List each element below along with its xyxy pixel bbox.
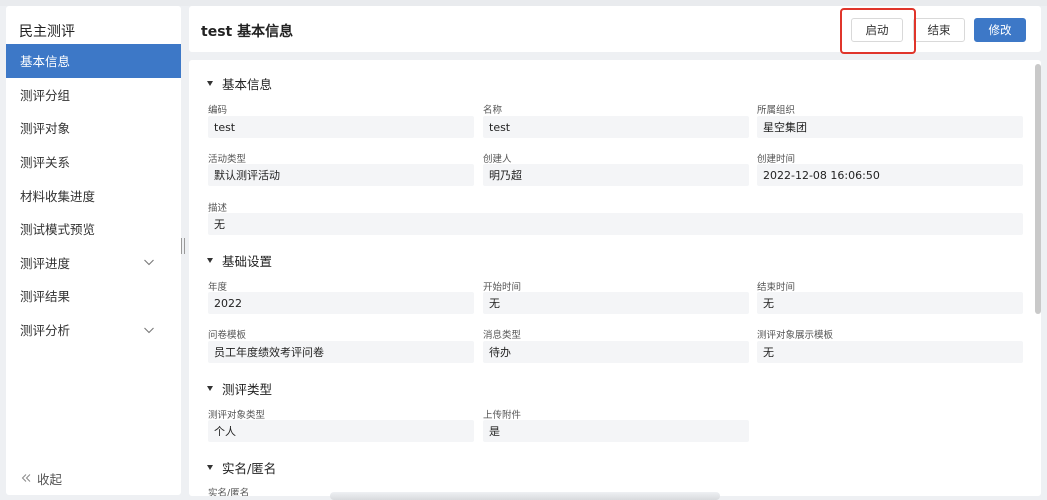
description-value: 无 (208, 213, 1023, 235)
year-label: 年度 (208, 282, 228, 293)
creator-label: 创建人 (483, 154, 512, 165)
message-type-value: 待办 (483, 341, 749, 363)
upload-value: 是 (483, 420, 749, 442)
sidebar-item-progress[interactable]: 测评进度 (6, 246, 181, 280)
activity-type-label: 活动类型 (208, 154, 247, 165)
section-anonymity[interactable]: 实名/匿名 (207, 458, 276, 477)
page-title: test 基本信息 (201, 24, 294, 40)
section-title: 实名/匿名 (222, 461, 277, 476)
sidebar-item-basic-info[interactable]: 基本信息 (6, 44, 181, 78)
creator-value: 明乃超 (483, 164, 749, 186)
caret-down-icon (207, 465, 213, 470)
section-evaluation-type[interactable]: 测评类型 (207, 379, 272, 398)
sidebar-item-label: 测评对象 (20, 121, 71, 137)
activity-type-value: 默认测评活动 (208, 164, 474, 186)
section-title: 测评类型 (222, 382, 273, 397)
sidebar-item-label: 测评进度 (20, 255, 71, 271)
highlight-box (840, 8, 916, 54)
edit-button[interactable]: 修改 (974, 18, 1026, 42)
template-label: 问卷模板 (208, 330, 247, 341)
sidebar-title: 民主测评 (19, 24, 75, 40)
chevron-down-icon (143, 256, 155, 268)
sidebar-item-label: 测评分析 (20, 323, 71, 339)
caret-down-icon (207, 81, 213, 86)
resize-handle[interactable] (181, 238, 185, 258)
sidebar-item-results[interactable]: 测评结果 (6, 279, 181, 313)
double-chevron-left-icon (21, 471, 31, 486)
sidebar-item-material-progress[interactable]: 材料收集进度 (6, 178, 181, 212)
created-time-label: 创建时间 (757, 154, 796, 165)
sidebar-item-test-preview[interactable]: 测试模式预览 (6, 212, 181, 246)
detail-panel: 基本信息 编码 test 名称 test 所属组织 星空集团 活动类型 默认测评… (189, 60, 1041, 496)
sidebar-item-analysis[interactable]: 测评分析 (6, 313, 181, 347)
sidebar-item-relations[interactable]: 测评关系 (6, 145, 181, 179)
end-time-value: 无 (757, 292, 1023, 314)
scrollbar[interactable] (1035, 64, 1041, 314)
section-basic-settings[interactable]: 基础设置 (207, 251, 272, 270)
end-time-label: 结束时间 (757, 282, 796, 293)
section-title: 基础设置 (222, 254, 273, 269)
caret-down-icon (207, 258, 213, 263)
section-basic-info[interactable]: 基本信息 (207, 74, 272, 93)
sidebar-item-label: 测试模式预览 (20, 222, 96, 238)
created-time-value: 2022-12-08 16:06:50 (757, 164, 1023, 186)
sidebar-item-label: 测评分组 (20, 87, 71, 103)
upload-label: 上传附件 (483, 410, 522, 421)
bottom-shadow (330, 492, 720, 500)
sidebar: 民主测评 基本信息 测评分组 测评对象 测评关系 材料收集进度 测试模式预览 测… (6, 6, 181, 495)
start-time-value: 无 (483, 292, 749, 314)
sidebar-item-targets[interactable]: 测评对象 (6, 111, 181, 145)
sidebar-nav: 基本信息 测评分组 测评对象 测评关系 材料收集进度 测试模式预览 测评进度 测… (6, 44, 181, 346)
code-value: test (208, 116, 474, 138)
collapse-label: 收起 (37, 472, 63, 487)
sidebar-item-label: 测评关系 (20, 155, 71, 171)
message-type-label: 消息类型 (483, 330, 522, 341)
anonymity-label: 实名/匿名 (208, 488, 250, 496)
caret-down-icon (207, 386, 213, 391)
template-value: 员工年度绩效考评问卷 (208, 341, 474, 363)
target-type-label: 测评对象类型 (208, 410, 266, 421)
collapse-sidebar-button[interactable]: 收起 (21, 469, 62, 488)
org-label: 所属组织 (757, 105, 796, 116)
sidebar-item-groups[interactable]: 测评分组 (6, 78, 181, 112)
sidebar-item-label: 测评结果 (20, 289, 71, 305)
description-label: 描述 (208, 203, 228, 214)
org-value: 星空集团 (757, 116, 1023, 138)
target-type-value: 个人 (208, 420, 474, 442)
start-time-label: 开始时间 (483, 282, 522, 293)
name-value: test (483, 116, 749, 138)
section-title: 基本信息 (222, 77, 273, 92)
chevron-down-icon (143, 324, 155, 336)
sidebar-item-label: 材料收集进度 (20, 188, 96, 204)
end-button[interactable]: 结束 (913, 18, 965, 42)
name-label: 名称 (483, 105, 503, 116)
year-value: 2022 (208, 292, 474, 314)
sidebar-item-label: 基本信息 (20, 54, 71, 70)
code-label: 编码 (208, 105, 228, 116)
display-template-value: 无 (757, 341, 1023, 363)
display-template-label: 测评对象展示模板 (757, 330, 834, 341)
